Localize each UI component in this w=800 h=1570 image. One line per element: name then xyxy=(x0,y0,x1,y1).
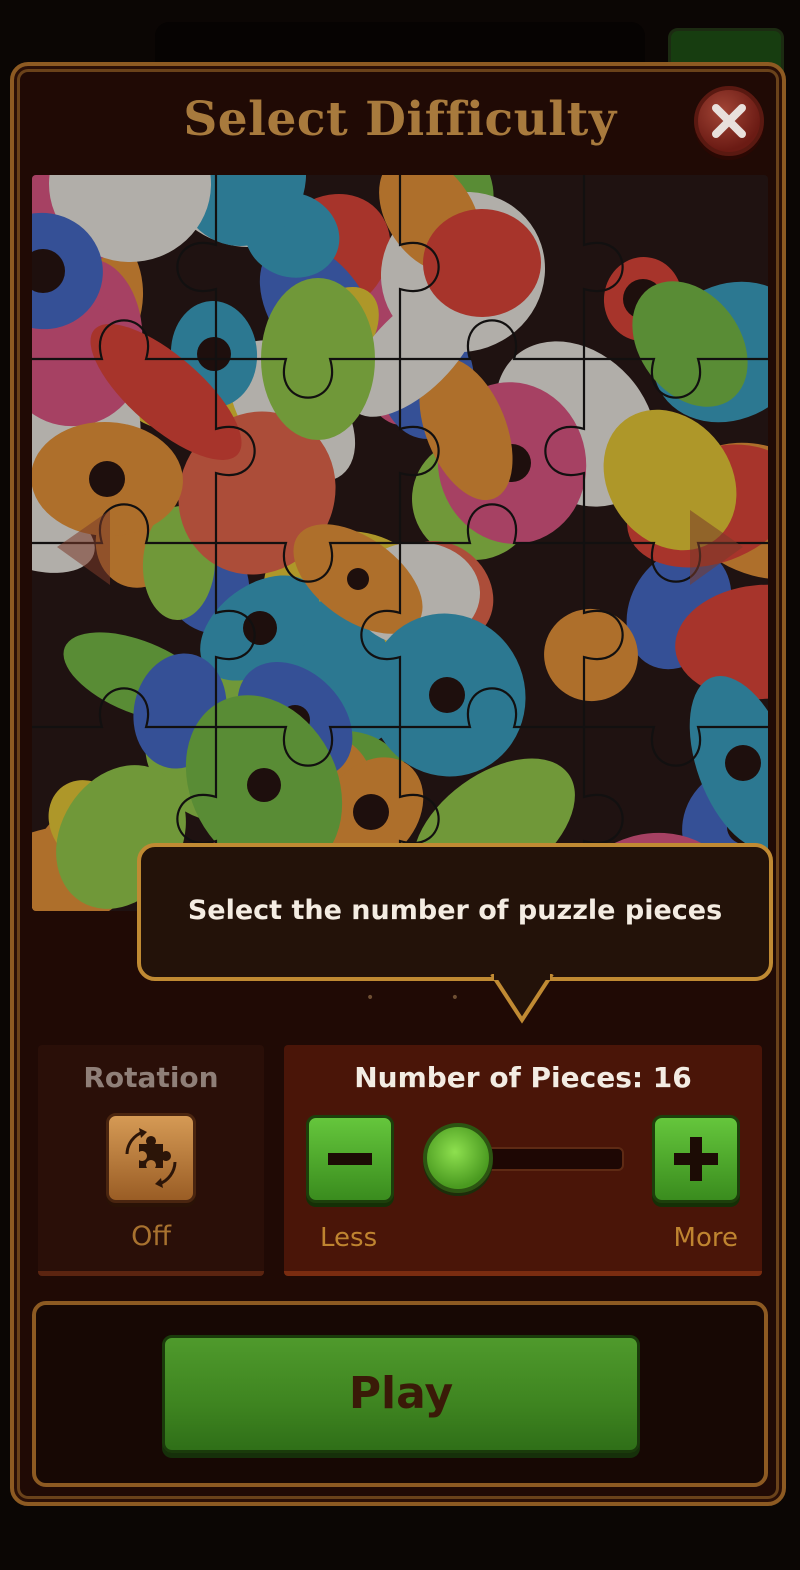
play-panel: Play xyxy=(32,1301,768,1487)
close-button[interactable] xyxy=(694,86,764,156)
pieces-slider-thumb[interactable] xyxy=(423,1123,493,1193)
increase-pieces-button[interactable] xyxy=(652,1115,740,1203)
puzzle-preview-image xyxy=(32,175,768,911)
dialog-title: Select Difficulty xyxy=(183,92,617,147)
pieces-panel: Number of Pieces: 16 Less More xyxy=(284,1045,762,1276)
decrease-pieces-button[interactable] xyxy=(306,1115,394,1203)
rotation-state: Off xyxy=(131,1221,171,1252)
pieces-count-title: Number of Pieces: 16 xyxy=(354,1061,692,1094)
rotate-piece-icon xyxy=(125,1128,177,1188)
less-label: Less xyxy=(320,1223,378,1253)
close-x-icon xyxy=(712,104,746,138)
more-label: More xyxy=(673,1223,738,1253)
tooltip-text: Select the number of puzzle pieces xyxy=(187,895,723,926)
hint-tooltip: Select the number of puzzle pieces xyxy=(137,843,773,981)
tooltip-tail xyxy=(490,974,554,1024)
play-label: Play xyxy=(348,1368,454,1419)
rotation-label: Rotation xyxy=(83,1061,219,1094)
plus-icon xyxy=(674,1137,718,1181)
minus-icon xyxy=(328,1153,372,1165)
page-dots: • • xyxy=(366,990,495,1006)
rotation-toggle-button[interactable] xyxy=(106,1113,196,1203)
play-button[interactable]: Play xyxy=(162,1335,640,1453)
rotation-panel: Rotation Off xyxy=(38,1045,264,1276)
